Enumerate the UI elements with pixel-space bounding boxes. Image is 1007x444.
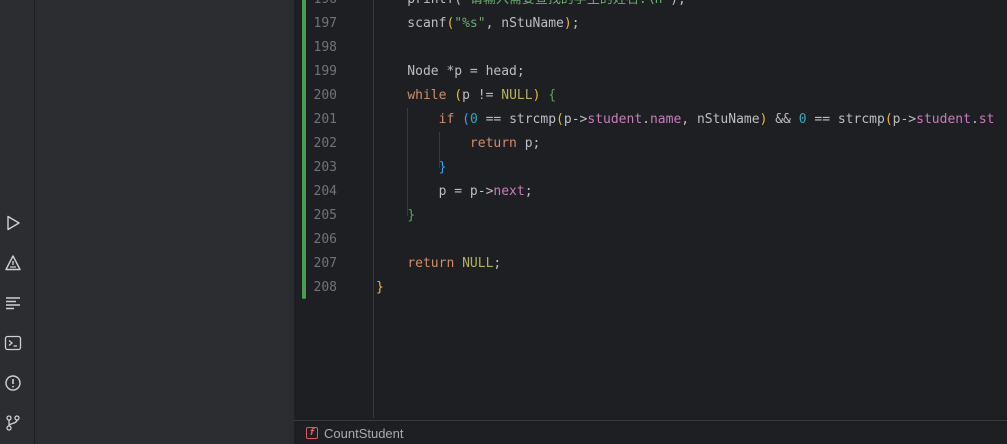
line-text: Node *p = head; — [376, 64, 525, 79]
line-number: 202 — [313, 136, 337, 151]
line-number: 198 — [313, 40, 337, 55]
structure-icon[interactable] — [2, 292, 24, 314]
line-number: 200 — [313, 88, 337, 103]
line-text: } — [407, 208, 416, 223]
code-line: 205 } — [294, 204, 1007, 228]
line-number: 207 — [313, 256, 337, 271]
line-text: p = p->next; — [376, 184, 533, 199]
code-line: 201 if (0 == strcmp(p->student.name, nSt… — [294, 108, 1007, 132]
line-text: return NULL; — [407, 256, 502, 271]
function-icon: f — [306, 427, 318, 439]
code-line: 208 } — [294, 276, 1007, 300]
terminal-icon[interactable] — [2, 332, 24, 354]
line-text: } — [376, 280, 384, 295]
breadcrumb-function-label[interactable]: CountStudent — [324, 426, 404, 441]
line-number: 196 — [294, 0, 337, 12]
problems-triangle-icon[interactable] — [2, 252, 24, 274]
side-panel — [35, 0, 294, 444]
line-number: 205 — [313, 208, 337, 223]
code-line: 200 while (p != NULL) { — [294, 84, 1007, 108]
code-line: 203 } — [294, 156, 1007, 180]
line-text: } — [438, 160, 447, 175]
code-line: 202 return p; — [294, 132, 1007, 156]
line-text: scanf("%s", nStuName); — [376, 16, 580, 31]
line-text: while (p != NULL) { — [407, 88, 557, 103]
problems-icon[interactable] — [2, 372, 24, 394]
code-line: 197 scanf("%s", nStuName); — [294, 12, 1007, 36]
line-number: 203 — [313, 160, 337, 175]
breadcrumb[interactable]: f CountStudent — [294, 420, 1007, 444]
line-text: return p; — [469, 136, 541, 151]
code-line: 206 — [294, 228, 1007, 252]
code-line: 199 Node *p = head; — [294, 60, 1007, 84]
line-number: 199 — [313, 64, 337, 79]
line-number: 208 — [313, 280, 337, 295]
line-number: 197 — [313, 16, 337, 31]
line-number: 204 — [313, 184, 337, 199]
code-line: 207 return NULL; — [294, 252, 1007, 276]
code-line: 196 printf("请输入需要查找的学生的姓名:\n"); — [294, 0, 1007, 12]
line-text: printf("请输入需要查找的学生的姓名:\n"); — [376, 0, 686, 12]
line-number: 201 — [313, 112, 337, 127]
line-text: if (0 == strcmp(p->student.name, nStuNam… — [438, 112, 995, 127]
tool-window-strip — [0, 0, 35, 444]
code-line: 204 p = p->next; — [294, 180, 1007, 204]
git-branch-icon[interactable] — [2, 412, 24, 434]
run-icon[interactable] — [2, 212, 24, 234]
code-line: 198 — [294, 36, 1007, 60]
code-editor[interactable]: 196 printf("请输入需要查找的学生的姓名:\n"); 197 scan… — [294, 0, 1007, 444]
line-number: 206 — [313, 232, 337, 247]
